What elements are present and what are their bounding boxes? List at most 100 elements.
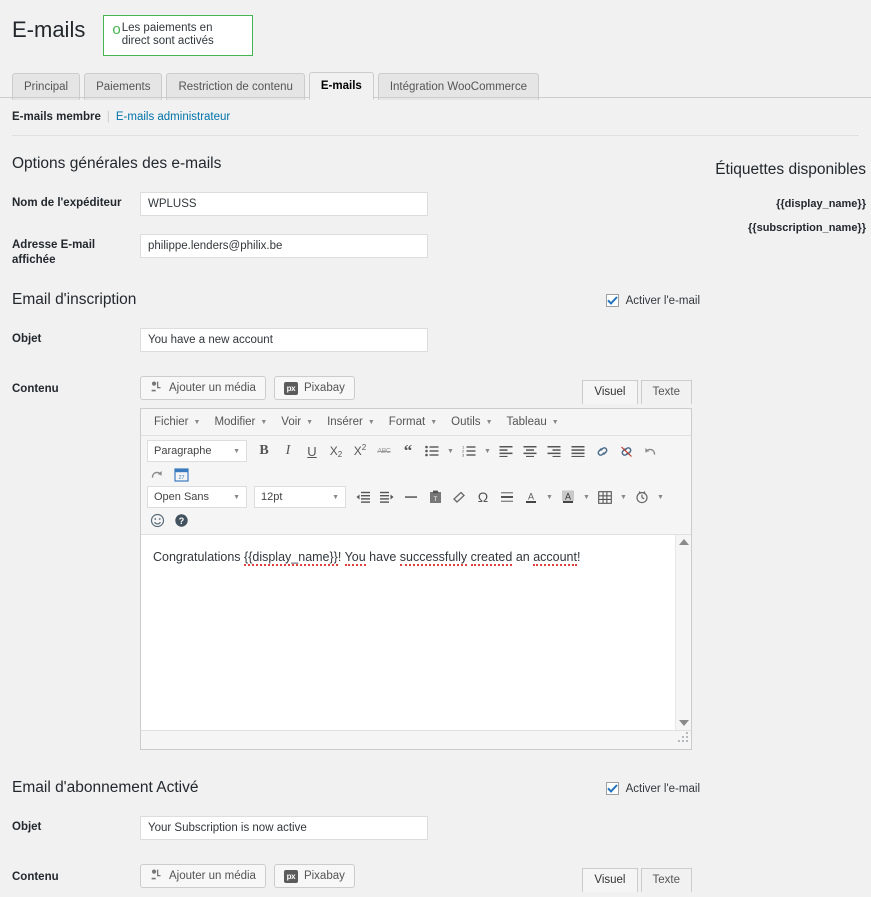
table-button[interactable]	[593, 486, 617, 508]
menu-fichier[interactable]: Fichier ▼	[147, 416, 207, 428]
align-justify-button[interactable]	[566, 440, 590, 462]
menu-modifier[interactable]: Modifier ▼	[207, 416, 274, 428]
tab-text-editor[interactable]: Texte	[640, 868, 692, 892]
editor-scrollbar[interactable]	[675, 535, 691, 730]
scroll-up-icon[interactable]	[678, 539, 689, 545]
tab-paiements[interactable]: Paiements	[84, 73, 163, 100]
highlight-color-button[interactable]: A	[556, 486, 580, 508]
clear-formatting-button[interactable]	[447, 486, 471, 508]
clock-icon[interactable]	[630, 486, 654, 508]
resize-handle-icon[interactable]	[678, 730, 689, 748]
tab-visual-editor[interactable]: Visuel	[582, 868, 638, 892]
tab-integration-woocommerce[interactable]: Intégration WooCommerce	[377, 73, 540, 100]
subject-label-signup: Objet	[12, 333, 42, 345]
undo-button[interactable]	[638, 440, 662, 462]
menu-voir[interactable]: Voir ▼	[274, 416, 320, 428]
chevron-down-icon: ▼	[233, 493, 240, 501]
subnav-item-member-emails[interactable]: E-mails membre	[12, 111, 101, 123]
numbered-list-button[interactable]: 1 2 3	[457, 440, 481, 462]
page-break-button[interactable]	[495, 486, 519, 508]
pixabay-button[interactable]: px Pixabay	[273, 864, 355, 888]
calendar-icon[interactable]: 27	[169, 463, 193, 485]
tabs-underline	[0, 97, 871, 98]
add-media-button[interactable]: Ajouter un média	[140, 864, 266, 888]
text-color-button[interactable]: A	[519, 486, 543, 508]
align-center-button[interactable]	[518, 440, 542, 462]
help-icon[interactable]: ?	[169, 509, 193, 531]
increase-indent-button[interactable]	[375, 486, 399, 508]
tab-visual-editor[interactable]: Visuel	[582, 380, 638, 404]
chevron-down-icon[interactable]: ▼	[543, 486, 556, 508]
chevron-down-icon[interactable]: ▼	[654, 486, 667, 508]
toolbar-row-2: 27	[145, 463, 687, 485]
subnav-item-admin-emails[interactable]: E-mails administrateur	[116, 111, 230, 123]
tinymce-container: Fichier ▼ Modifier ▼ Voir ▼ Insérer ▼ Fo…	[140, 408, 692, 750]
wp-editor-subscription: Ajouter un média px Pixabay Visuel Texte	[140, 864, 692, 892]
tab-restriction-de-contenu[interactable]: Restriction de contenu	[166, 73, 305, 100]
toolbar-row-4: ?	[145, 509, 687, 531]
redo-button[interactable]	[145, 463, 169, 485]
checkbox-icon[interactable]	[605, 294, 619, 307]
svg-text:T: T	[433, 497, 437, 503]
special-character-button[interactable]: Ω	[471, 486, 495, 508]
emoji-icon[interactable]	[145, 509, 169, 531]
link-button[interactable]	[590, 440, 614, 462]
pixabay-button[interactable]: px Pixabay	[273, 376, 355, 400]
bold-button[interactable]: B	[252, 440, 276, 462]
paragraph-format-select[interactable]: Paragraphe ▼	[147, 440, 247, 462]
scroll-down-icon[interactable]	[678, 720, 689, 726]
subscript-button[interactable]: X2	[324, 440, 348, 462]
available-tags-title: Étiquettes disponibles	[715, 161, 866, 178]
tab-text-editor[interactable]: Texte	[640, 380, 692, 404]
menu-tableau[interactable]: Tableau ▼	[500, 416, 566, 428]
tag-subscription-name: {{subscription_name}}	[748, 222, 866, 234]
admin-page: E-mails o Les paiements en direct sont a…	[0, 0, 871, 897]
editor-view-tabs: Visuel Texte	[579, 380, 692, 404]
toolbar-row-1: Paragraphe ▼ B I U X2 X2 ABC “ ▼ 1 2 3 ▼	[145, 439, 687, 463]
underline-button[interactable]: U	[300, 440, 324, 462]
enable-email-signup[interactable]: Activer l'e-mail	[605, 294, 700, 307]
tab-principal[interactable]: Principal	[12, 73, 81, 100]
menu-format[interactable]: Format ▼	[382, 416, 444, 428]
subject-input-subscription[interactable]	[140, 816, 428, 840]
tab-emails[interactable]: E-mails	[308, 72, 374, 100]
horizontal-rule-button[interactable]	[399, 486, 423, 508]
chevron-down-icon[interactable]: ▼	[617, 486, 630, 508]
add-media-button[interactable]: Ajouter un média	[140, 376, 266, 400]
paste-as-text-button[interactable]: T	[423, 486, 447, 508]
enable-email-subscription[interactable]: Activer l'e-mail	[605, 782, 700, 795]
align-left-button[interactable]	[494, 440, 518, 462]
superscript-button[interactable]: X2	[348, 440, 372, 462]
font-family-select[interactable]: Open Sans ▼	[147, 486, 247, 508]
sender-email-input[interactable]	[140, 234, 428, 258]
chevron-down-icon[interactable]: ▼	[481, 440, 494, 462]
align-right-button[interactable]	[542, 440, 566, 462]
content-row-subscription: Contenu Ajouter un média px Pixabay Visu…	[12, 864, 700, 892]
blockquote-button[interactable]: “	[396, 440, 420, 462]
checkbox-icon[interactable]	[605, 782, 619, 795]
content-row-signup: Contenu Ajouter un média px Pixabay Visu…	[12, 376, 700, 750]
chevron-down-icon[interactable]: ▼	[444, 440, 457, 462]
subject-input-signup[interactable]	[140, 328, 428, 352]
font-size-select[interactable]: 12pt ▼	[254, 486, 346, 508]
chevron-down-icon: ▼	[306, 418, 314, 426]
decrease-indent-button[interactable]	[351, 486, 375, 508]
editor-view-tabs-subscription: Visuel Texte	[579, 868, 692, 892]
unlink-button[interactable]	[614, 440, 638, 462]
menu-inserer[interactable]: Insérer ▼	[320, 416, 382, 428]
editor-content-area[interactable]: Congratulations {{display_name}}! You ha…	[141, 535, 691, 730]
notice-text: Les paiements en direct sont activés	[121, 22, 214, 47]
subject-label-subscription: Objet	[12, 821, 42, 833]
svg-text:A: A	[565, 492, 571, 502]
subject-row-subscription: Objet	[12, 816, 700, 840]
live-payments-notice: o Les paiements en direct sont activés	[103, 15, 254, 56]
svg-text:3: 3	[462, 453, 465, 457]
strikethrough-button[interactable]: ABC	[372, 440, 396, 462]
chevron-down-icon: ▼	[367, 418, 375, 426]
chevron-down-icon[interactable]: ▼	[580, 486, 593, 508]
sender-name-input[interactable]	[140, 192, 428, 216]
italic-button[interactable]: I	[276, 440, 300, 462]
bullet-list-button[interactable]	[420, 440, 444, 462]
chevron-down-icon: ▼	[233, 447, 240, 455]
menu-outils[interactable]: Outils ▼	[444, 416, 499, 428]
